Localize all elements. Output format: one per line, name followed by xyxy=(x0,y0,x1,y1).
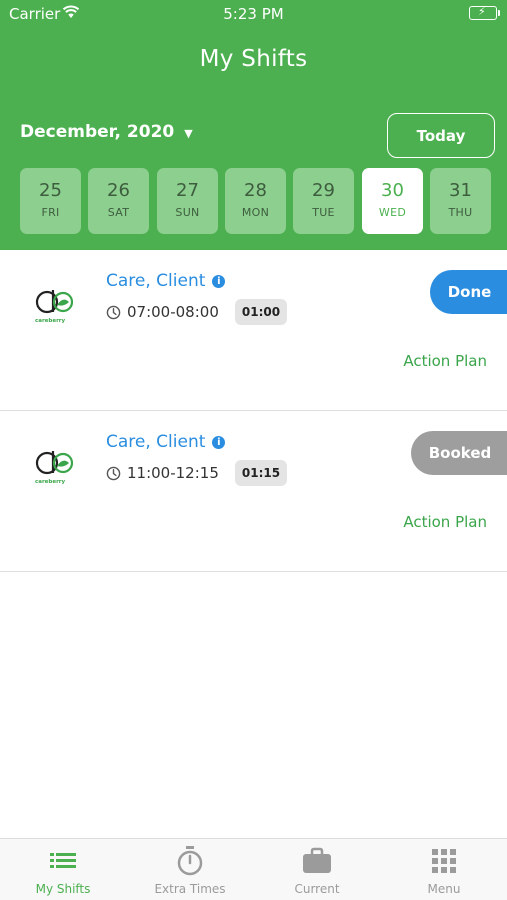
action-plan-link[interactable]: Action Plan xyxy=(403,513,487,531)
tab-extra-times[interactable]: Extra Times xyxy=(127,839,253,900)
status-booked-button[interactable]: Booked xyxy=(411,431,507,475)
clock-icon xyxy=(106,466,121,480)
tab-label: Menu xyxy=(427,882,461,896)
day-weekday: WED xyxy=(378,206,407,219)
shift-time-range: 07:00-08:00 xyxy=(127,303,219,321)
day-weekday: MON xyxy=(241,206,270,219)
tab-label: My Shifts xyxy=(35,882,91,896)
day-number: 26 xyxy=(107,180,130,201)
status-done-button[interactable]: Done xyxy=(430,270,507,314)
day-26[interactable]: 26 SAT xyxy=(88,168,149,234)
shift-card[interactable]: careberry Care, Client i 07:00-08:00 01:… xyxy=(0,250,507,411)
info-icon[interactable]: i xyxy=(212,435,226,449)
status-time: 5:23 PM xyxy=(223,5,284,23)
day-number: 25 xyxy=(39,180,62,201)
day-27[interactable]: 27 SUN xyxy=(157,168,218,234)
day-number: 30 xyxy=(381,180,404,201)
client-name-link[interactable]: Care, Client i xyxy=(106,271,226,291)
tab-menu[interactable]: Menu xyxy=(381,839,507,900)
client-name: Care, Client xyxy=(106,432,206,452)
day-31[interactable]: 31 THU xyxy=(430,168,491,234)
action-plan-link[interactable]: Action Plan xyxy=(403,352,487,370)
day-28[interactable]: 28 MON xyxy=(225,168,286,234)
day-25[interactable]: 25 FRI xyxy=(20,168,81,234)
client-name-link[interactable]: Care, Client i xyxy=(106,432,226,452)
day-number: 29 xyxy=(312,180,335,201)
status-bar: Carrier 5:23 PM ⚡ xyxy=(0,0,507,28)
shift-duration-badge: 01:00 xyxy=(234,299,288,325)
day-weekday: THU xyxy=(448,206,473,219)
day-30-selected[interactable]: 30 WED xyxy=(362,168,423,234)
tab-my-shifts[interactable]: My Shifts xyxy=(0,839,126,900)
shift-time-row: 07:00-08:00 01:00 xyxy=(106,299,288,325)
day-number: 28 xyxy=(244,180,267,201)
clock-icon xyxy=(106,305,121,319)
shift-time-range: 11:00-12:15 xyxy=(127,464,219,482)
grid-icon xyxy=(432,849,456,873)
shift-time-row: 11:00-12:15 01:15 xyxy=(106,460,288,486)
day-weekday: FRI xyxy=(41,206,60,219)
day-number: 27 xyxy=(176,180,199,201)
app-header: Carrier 5:23 PM ⚡ My Shifts December, 20… xyxy=(0,0,507,250)
briefcase-icon xyxy=(303,847,331,873)
client-name: Care, Client xyxy=(106,271,206,291)
careberry-logo: careberry xyxy=(35,451,74,485)
list-icon xyxy=(50,853,76,868)
day-selector: 25 FRI 26 SAT 27 SUN 28 MON 29 TUE 30 WE… xyxy=(20,168,491,234)
shift-card[interactable]: careberry Care, Client i 11:00-12:15 01:… xyxy=(0,411,507,572)
logo-text: careberry xyxy=(35,318,66,324)
today-button[interactable]: Today xyxy=(387,113,495,158)
tab-current[interactable]: Current xyxy=(254,839,380,900)
month-label: December, 2020 xyxy=(20,122,175,142)
day-weekday: TUE xyxy=(312,206,335,219)
day-29[interactable]: 29 TUE xyxy=(293,168,354,234)
tab-bar: My Shifts Extra Times Current Menu xyxy=(0,838,507,900)
day-number: 31 xyxy=(449,180,472,201)
careberry-logo: careberry xyxy=(35,290,74,324)
shift-duration-badge: 01:15 xyxy=(234,460,288,486)
tab-label: Extra Times xyxy=(154,882,226,896)
day-weekday: SAT xyxy=(107,206,130,219)
stopwatch-icon xyxy=(177,846,203,876)
caret-down-icon: ▼ xyxy=(184,127,193,140)
page-title: My Shifts xyxy=(199,46,308,72)
battery-icon: ⚡ xyxy=(469,5,500,20)
day-weekday: SUN xyxy=(175,206,200,219)
logo-text: careberry xyxy=(35,479,66,485)
month-picker[interactable]: December, 2020 ▼ xyxy=(20,122,193,142)
tab-label: Current xyxy=(294,882,340,896)
info-icon[interactable]: i xyxy=(212,274,226,288)
